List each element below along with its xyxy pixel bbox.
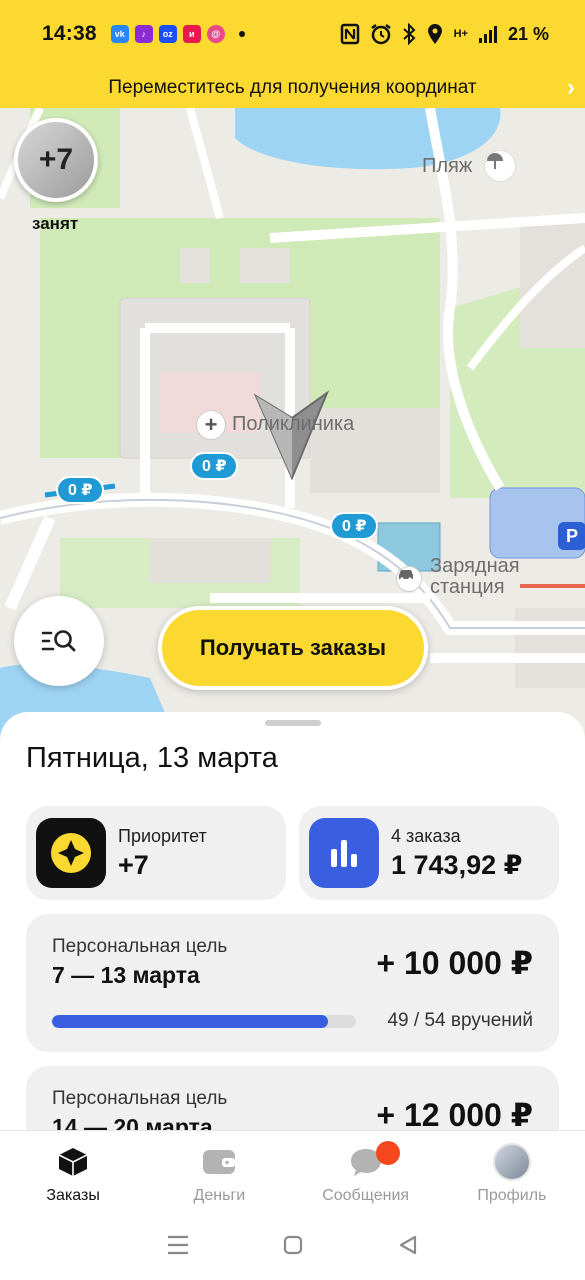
- goal-progress-fill: [52, 1015, 328, 1028]
- avatar: [492, 1143, 531, 1181]
- sheet-date: Пятница, 13 марта: [26, 742, 278, 774]
- alarm-icon: [370, 24, 391, 45]
- busy-status-label: занят: [32, 214, 79, 233]
- banner-text: Переместитесь для получения координат: [108, 77, 477, 98]
- network-type: H+: [453, 28, 468, 40]
- nav-messages[interactable]: Сообщения: [293, 1131, 439, 1210]
- goal-progress-text: 49 / 54 вручений: [387, 1010, 533, 1031]
- location-icon: [427, 24, 442, 44]
- search-filter-button[interactable]: [14, 596, 104, 686]
- top-bar: 14:38 vk ♪ oz и @ H+ 21 % Переместитесь …: [0, 0, 585, 108]
- map-label-charging-station: Зарядная станция: [430, 556, 520, 598]
- ozon-icon: oz: [158, 25, 177, 43]
- home-icon[interactable]: [282, 1234, 304, 1256]
- goal-title: Персональная цель: [52, 1088, 228, 1109]
- wallet-icon: [202, 1145, 236, 1179]
- umbrella-icon: [484, 150, 516, 182]
- goal-period: 7 — 13 марта: [52, 962, 200, 988]
- personal-goal-card[interactable]: Персональная цель 7 — 13 марта + 10 000 …: [26, 914, 559, 1052]
- price-pin[interactable]: 0 ₽: [56, 476, 105, 504]
- orders-count-label: 4 заказа: [391, 826, 461, 846]
- nav-profile-label: Профиль: [477, 1187, 547, 1204]
- busy-value: +7: [38, 143, 74, 176]
- notification-icons: vk ♪ oz и @: [110, 25, 245, 43]
- recent-apps-icon[interactable]: [166, 1234, 190, 1256]
- get-orders-button[interactable]: Получать заказы: [158, 606, 428, 690]
- nav-orders[interactable]: Заказы: [0, 1131, 146, 1210]
- status-bar: 14:38 vk ♪ oz и @ H+ 21 %: [0, 0, 585, 68]
- unread-badge: [375, 1141, 400, 1165]
- nav-orders-label: Заказы: [46, 1187, 100, 1204]
- map-label-clinic: Поликлиника: [232, 413, 355, 435]
- more-notifications-dot: [238, 31, 245, 37]
- battery-level: 21 %: [507, 23, 549, 44]
- app-swirl-icon: @: [206, 25, 225, 43]
- goal-title: Персональная цель: [52, 936, 228, 957]
- sheet-drag-handle[interactable]: [265, 720, 321, 726]
- bottom-sheet[interactable]: Пятница, 13 марта Приоритет +7 4 заказа …: [0, 712, 585, 1196]
- priority-card[interactable]: Приоритет +7: [26, 806, 286, 900]
- list-search-icon: [41, 630, 76, 652]
- price-pin[interactable]: 0 ₽: [190, 452, 239, 480]
- bluetooth-icon: [402, 23, 416, 45]
- goal-amount: + 10 000 ₽: [376, 945, 533, 981]
- orders-earnings: 1 743,92 ₽: [391, 850, 523, 880]
- map-label-beach: Пляж: [422, 155, 473, 177]
- bar-chart-icon: [309, 818, 379, 888]
- priority-label: Приоритет: [118, 826, 207, 846]
- bottom-nav: Заказы Деньги Сообщения Профиль: [0, 1130, 585, 1210]
- nfc-icon: [340, 23, 359, 45]
- nav-money[interactable]: Деньги: [146, 1131, 292, 1210]
- signal-icon: [478, 26, 497, 43]
- priority-icon: [36, 818, 106, 888]
- box-icon: [57, 1145, 89, 1179]
- charging-station-line2: станция: [430, 576, 505, 598]
- status-time: 14:38: [42, 22, 97, 45]
- goal-amount: + 12 000 ₽: [376, 1097, 533, 1133]
- car-icon: [396, 566, 422, 592]
- back-icon[interactable]: [397, 1234, 419, 1256]
- nav-messages-label: Сообщения: [322, 1187, 410, 1204]
- location-banner[interactable]: Переместитесь для получения координат ›: [0, 68, 585, 108]
- system-icons: H+ 21 %: [340, 23, 549, 45]
- nav-money-label: Деньги: [193, 1187, 246, 1204]
- app-red-icon: и: [182, 25, 201, 43]
- priority-value: +7: [118, 850, 149, 880]
- nav-profile[interactable]: Профиль: [439, 1131, 585, 1210]
- hospital-icon: +: [196, 410, 226, 440]
- charging-station-line1: Зарядная: [430, 555, 520, 577]
- avatar-wrap: [492, 1143, 531, 1181]
- chevron-right-icon[interactable]: ›: [567, 74, 575, 102]
- music-icon: ♪: [134, 25, 153, 43]
- vk-icon: vk: [110, 25, 129, 43]
- system-nav-bar: [0, 1210, 585, 1280]
- busy-priority-indicator[interactable]: +7: [14, 118, 98, 202]
- goal-progress-bar: [52, 1015, 356, 1028]
- price-pin[interactable]: 0 ₽: [330, 512, 379, 540]
- orders-card[interactable]: 4 заказа 1 743,92 ₽: [299, 806, 559, 900]
- parking-icon: P: [558, 522, 585, 550]
